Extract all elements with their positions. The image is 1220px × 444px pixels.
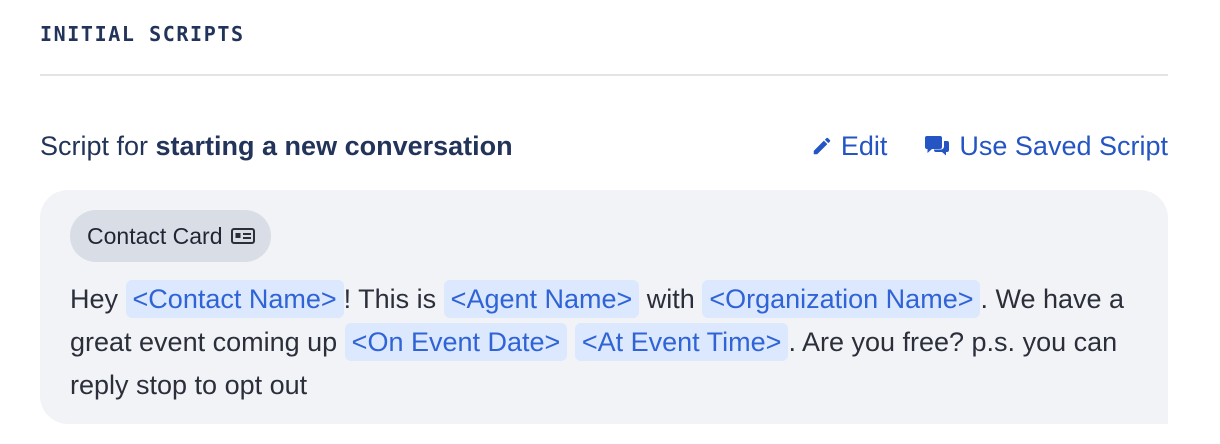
section-title: INITIAL SCRIPTS — [40, 22, 245, 46]
message-text: with — [639, 284, 703, 314]
use-saved-script-button[interactable]: Use Saved Script — [923, 131, 1168, 162]
event-date-token[interactable]: <On Event Date> — [344, 323, 568, 361]
section-divider — [40, 74, 1168, 76]
script-message: Hey <Contact Name>! This is <Agent Name>… — [70, 278, 1145, 407]
event-time-token[interactable]: <At Event Time> — [574, 323, 789, 361]
contact-card-label: Contact Card — [87, 222, 223, 249]
script-heading: Script for starting a new conversation — [40, 131, 513, 162]
id-card-icon — [230, 228, 255, 244]
contact-name-token[interactable]: <Contact Name> — [125, 280, 344, 318]
script-heading-type: starting a new conversation — [155, 130, 513, 161]
message-text: Hey — [70, 284, 126, 314]
message-text — [567, 327, 575, 357]
organization-name-token[interactable]: <Organization Name> — [702, 280, 981, 318]
edit-label: Edit — [840, 130, 888, 161]
message-text: ! This is — [343, 284, 444, 314]
agent-name-token[interactable]: <Agent Name> — [443, 280, 640, 318]
pencil-icon — [813, 137, 831, 155]
script-heading-prefix: Script for — [40, 130, 156, 161]
script-actions: Edit Use Saved Script — [811, 131, 1168, 162]
contact-card-chip[interactable]: Contact Card — [70, 210, 271, 262]
edit-button[interactable]: Edit — [811, 130, 888, 162]
chat-bubbles-icon — [925, 136, 950, 156]
script-header: Script for starting a new conversation E… — [40, 126, 1168, 166]
use-saved-script-label: Use Saved Script — [959, 130, 1168, 161]
script-card: Contact Card Hey <Contact Name>! This is… — [40, 190, 1168, 424]
